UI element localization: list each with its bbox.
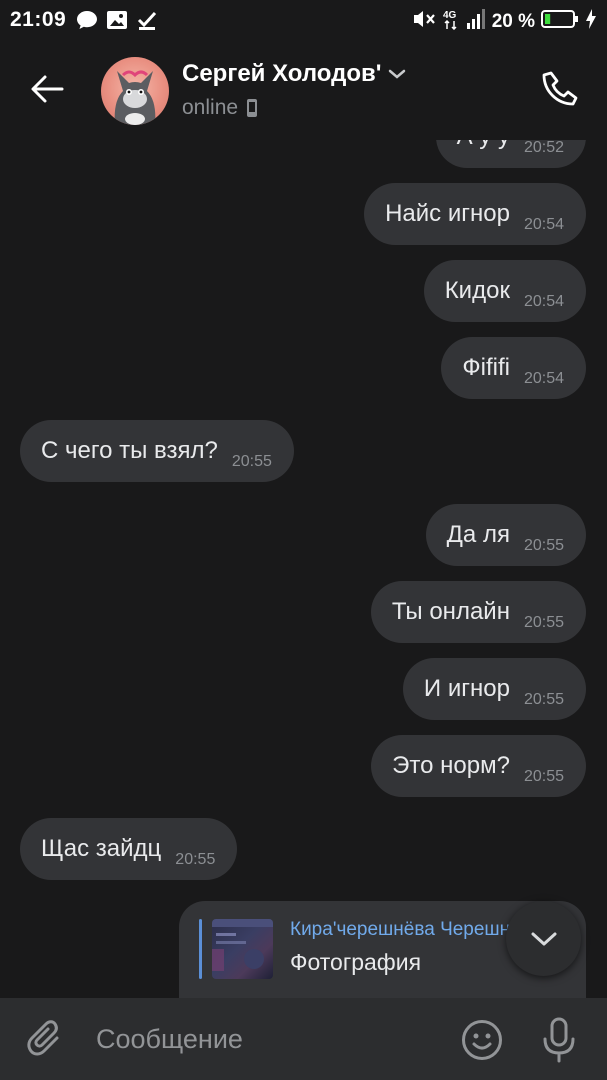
attachment-label: Фотография: [290, 949, 422, 975]
avatar[interactable]: [101, 57, 169, 125]
chat-bubble-icon: [76, 10, 98, 35]
message-bubble[interactable]: Ты онлайн 20:55: [370, 581, 586, 643]
battery-icon: [541, 9, 579, 34]
message-text: Фififi: [462, 354, 510, 381]
mobile-icon: [247, 99, 258, 117]
back-arrow-icon: [31, 75, 64, 103]
microphone-icon: [543, 1017, 575, 1063]
forward-indicator: [199, 919, 202, 979]
scroll-down-button[interactable]: [506, 901, 581, 976]
message-bubble[interactable]: А у у 20:52: [435, 140, 586, 168]
message-bubble[interactable]: Это норм? 20:55: [371, 735, 586, 797]
message-list[interactable]: А у у 20:52 Найс игнор 20:54 Кидок 20:54…: [0, 140, 607, 998]
charging-icon: [585, 8, 597, 35]
message-bubble[interactable]: Фififi 20:54: [441, 337, 586, 399]
message-time: 20:55: [523, 768, 564, 785]
contact-status-text: online: [182, 96, 239, 119]
message-text: Щас зайдц: [41, 835, 162, 862]
message-bubble[interactable]: Щас зайдц 20:55: [20, 818, 238, 880]
message-time: 20:55: [175, 851, 216, 868]
chat-header: Сергей Холодов' online: [0, 40, 607, 140]
contact-name[interactable]: Сергей Холодов': [182, 60, 406, 88]
message-composer: [0, 998, 607, 1080]
mute-icon: [412, 8, 436, 35]
message-input[interactable]: [96, 1016, 426, 1062]
signal-icon: [466, 8, 486, 35]
message-text: А у у: [457, 140, 510, 151]
emoji-button[interactable]: [459, 1017, 505, 1063]
status-bar: 21:09 4G 20 %: [0, 0, 607, 40]
message-time: 20:54: [523, 216, 564, 233]
message-time: 20:55: [523, 614, 564, 631]
message-text: Да ля: [446, 521, 510, 548]
message-time: 20:52: [523, 140, 564, 156]
voice-message-button[interactable]: [536, 1015, 582, 1065]
paperclip-icon: [27, 1020, 59, 1056]
message-bubble[interactable]: И игнор 20:55: [402, 658, 586, 720]
call-button[interactable]: [537, 66, 583, 112]
message-bubble[interactable]: Кидок 20:54: [423, 260, 586, 322]
attach-button[interactable]: [24, 1017, 70, 1063]
message-text: Найс игнор: [385, 200, 510, 227]
message-time: 20:55: [523, 537, 564, 554]
message-bubble[interactable]: Да ля 20:55: [425, 504, 586, 566]
message-text: С чего ты взял?: [41, 437, 218, 464]
message-text: Ты онлайн: [391, 598, 510, 625]
message-text: Кидок: [444, 277, 510, 304]
message-time: 20:55: [523, 691, 564, 708]
message-bubble[interactable]: С чего ты взял? 20:55: [20, 420, 294, 482]
chevron-down-icon: [531, 932, 556, 945]
contact-name-text: Сергей Холодов': [182, 60, 382, 87]
photo-thumbnail[interactable]: [212, 919, 273, 979]
forward-author[interactable]: Кира'черешнёва Черешнёва: [290, 919, 510, 941]
4g-icon: 4G: [442, 8, 460, 35]
phone-icon: [542, 71, 578, 106]
battery-percent: 20 %: [491, 10, 535, 32]
message-time: 20:54: [523, 293, 564, 310]
status-time: 21:09: [10, 8, 67, 31]
smiley-icon: [462, 1020, 502, 1060]
svg-text:4G: 4G: [443, 10, 457, 21]
message-time: 20:55: [231, 453, 272, 470]
image-icon: [106, 10, 128, 35]
message-time: 20:54: [523, 370, 564, 387]
back-button[interactable]: [24, 66, 70, 112]
message-text: И игнор: [423, 675, 510, 702]
checkmark-icon: [136, 9, 158, 36]
message-text: Это норм?: [392, 752, 510, 779]
message-bubble[interactable]: Найс игнор 20:54: [364, 183, 586, 245]
contact-status: online: [182, 96, 258, 120]
chevron-down-icon: [388, 69, 405, 79]
